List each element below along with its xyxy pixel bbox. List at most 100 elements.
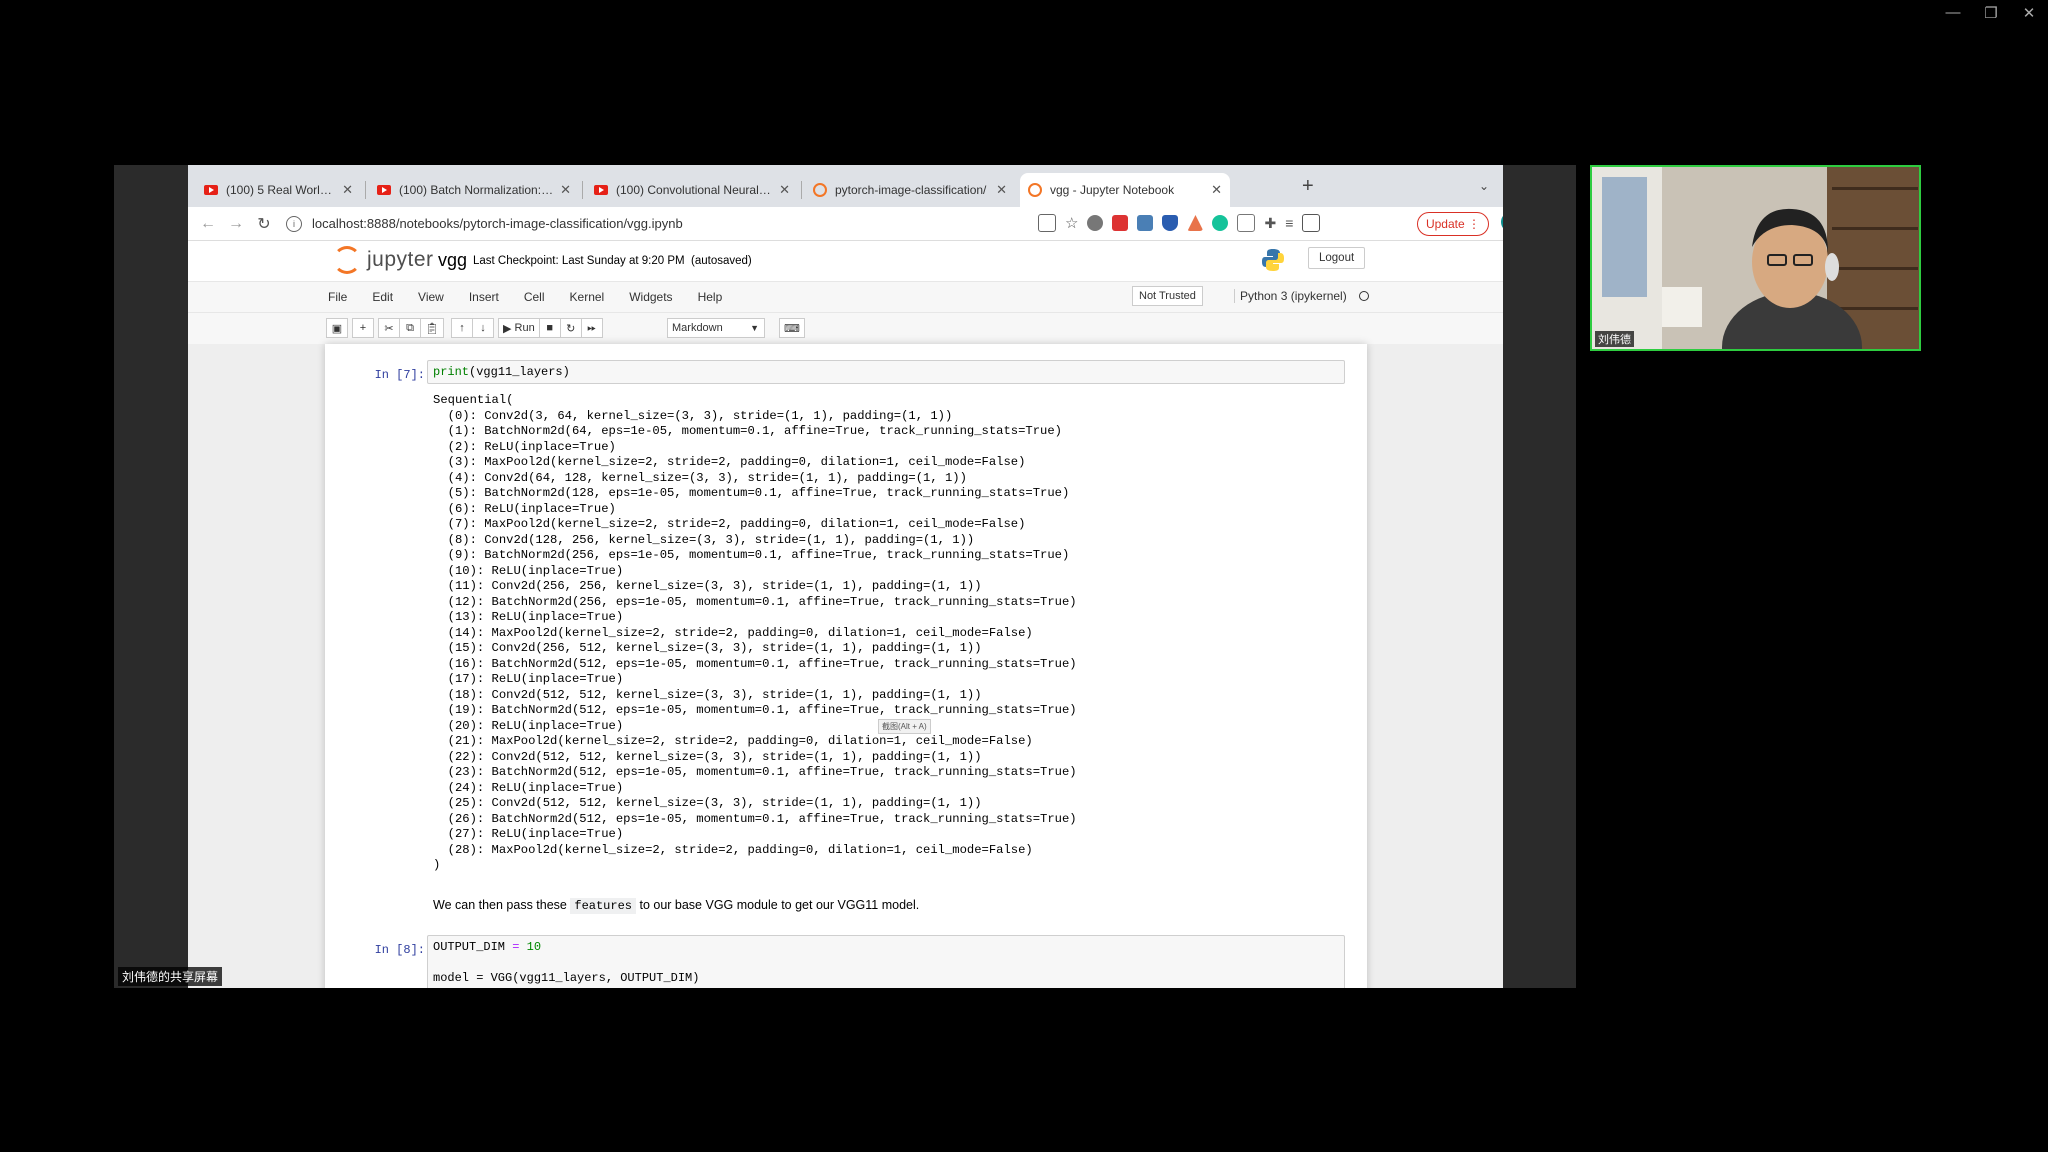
extension-icons: ☆ ✚ ≡ (1038, 214, 1321, 232)
update-button[interactable]: Update ⋮ (1416, 212, 1489, 236)
cell-type-value: Markdown (672, 322, 723, 334)
browser-tab[interactable]: (100) Convolutional Neural Ne ✕ (586, 173, 798, 207)
move-down-icon[interactable]: ↓ (472, 318, 494, 338)
close-icon[interactable]: ✕ (1211, 182, 1222, 198)
notebook-menubar: File Edit View Insert Cell Kernel Widget… (188, 281, 1503, 313)
kernel-indicator: Python 3 (ipykernel) (1234, 289, 1369, 303)
fast-forward-icon[interactable]: ⏩︎ (580, 318, 603, 338)
menu-help[interactable]: Help (698, 290, 723, 304)
participant-video[interactable]: 刘伟德 (1590, 165, 1921, 351)
browser-tab[interactable]: pytorch-image-classification/ ✕ (805, 173, 1015, 207)
close-icon[interactable]: ✕ (996, 182, 1007, 198)
menu-file[interactable]: File (328, 290, 347, 304)
url-text: localhost:8888/notebooks/pytorch-image-c… (312, 216, 683, 231)
jupyter-header: jupyter vgg Last Checkpoint: Last Sunday… (188, 241, 1503, 281)
cell-prompt: In [8]: (374, 943, 425, 957)
url-field[interactable]: i localhost:8888/notebooks/pytorch-image… (286, 211, 1026, 237)
menu-cell[interactable]: Cell (524, 290, 545, 304)
toolbar-group: ⌨ (779, 318, 805, 338)
browser-window: (100) 5 Real World Applicatio ✕ (100) Ba… (188, 165, 1503, 988)
jupyter-wordmark: jupyter (367, 248, 434, 271)
markdown-text: We can then pass these (433, 898, 567, 912)
toolbar-group: ▣ (326, 318, 348, 338)
puzzle-icon[interactable]: ✚ (1264, 215, 1276, 232)
share-icon[interactable] (1038, 214, 1056, 232)
browser-tab[interactable]: (100) Batch Normalization: Ac ✕ (369, 173, 579, 207)
participant-name: 刘伟德 (1595, 331, 1634, 347)
browser-tab-active[interactable]: vgg - Jupyter Notebook ✕ (1020, 173, 1230, 207)
toolbar-group: + (352, 318, 374, 338)
side-panel-icon[interactable] (1302, 214, 1321, 232)
extension-icon[interactable] (1112, 215, 1129, 231)
browser-tab[interactable]: (100) 5 Real World Applicatio ✕ (196, 173, 361, 207)
save-icon[interactable]: ▣ (326, 318, 348, 338)
code-function: print (433, 365, 470, 379)
update-label: Update (1425, 217, 1465, 231)
stop-icon[interactable]: ■ (538, 318, 561, 338)
toolbar-group: ▶ Run ■ ↻ ⏩︎ (498, 318, 603, 338)
menu-widgets[interactable]: Widgets (629, 290, 672, 304)
restore-button[interactable]: ❐ (1982, 4, 2000, 22)
chevron-down-icon[interactable]: ⌄ (1479, 179, 1489, 193)
close-window-button[interactable]: ✕ (2020, 4, 2038, 22)
copy-icon[interactable]: ⧉ (399, 318, 421, 338)
code-line: model = VGG(vgg11_layers, OUTPUT_DIM) (433, 971, 700, 985)
forward-icon[interactable]: → (222, 215, 250, 233)
extension-icon[interactable] (1087, 215, 1104, 231)
tab-title: pytorch-image-classification/ (835, 183, 987, 197)
jupyter-logo[interactable]: jupyter (333, 246, 434, 274)
extension-icon[interactable] (1237, 214, 1256, 232)
restart-icon[interactable]: ↻ (559, 318, 582, 338)
notebook-name[interactable]: vgg (438, 250, 467, 271)
code-line: OUTPUT_DIM = 10 (433, 940, 1339, 956)
cell-output: Sequential( (0): Conv2d(3, 64, kernel_si… (433, 393, 1077, 872)
toolbar-group: ↑ ↓ (451, 318, 494, 338)
extension-icon[interactable] (1187, 215, 1204, 231)
minimize-button[interactable]: — (1944, 4, 1962, 22)
menu-kernel[interactable]: Kernel (570, 290, 605, 304)
code-cell-input[interactable]: print(vgg11_layers) (427, 360, 1345, 384)
reload-icon[interactable]: ↻ (250, 214, 278, 234)
menu-edit[interactable]: Edit (372, 290, 393, 304)
back-icon[interactable]: ← (194, 215, 222, 233)
close-icon[interactable]: ✕ (342, 182, 353, 198)
paste-icon[interactable]: 📋︎ (420, 318, 444, 338)
markdown-cell[interactable]: We can then pass these features to our b… (433, 898, 920, 914)
reading-list-icon[interactable]: ≡ (1285, 215, 1293, 231)
close-icon[interactable]: ✕ (779, 182, 790, 198)
jupyter-icon (333, 246, 361, 274)
youtube-icon (594, 185, 608, 195)
menu-insert[interactable]: Insert (469, 290, 499, 304)
address-bar: ← → ↻ i localhost:8888/notebooks/pytorch… (188, 207, 1503, 241)
close-icon[interactable]: ✕ (560, 182, 571, 198)
kernel-name: Python 3 (ipykernel) (1240, 289, 1347, 303)
extension-icon[interactable] (1137, 215, 1154, 231)
cut-icon[interactable]: ✂ (378, 318, 400, 338)
info-icon[interactable]: i (286, 215, 302, 232)
notebook-toolbar: ▣ + ✂ ⧉ 📋︎ ↑ ↓ ▶ Run ■ ↻ ⏩︎ Markdown ▼ ⌨ (188, 313, 1503, 346)
toolbar-group: ✂ ⧉ 📋︎ (378, 318, 444, 338)
logout-button[interactable]: Logout (1308, 247, 1366, 269)
markdown-text: to our base VGG module to get our VGG11 … (639, 898, 920, 912)
tab-title: (100) Convolutional Neural Ne (616, 183, 774, 197)
window-controls: — ❐ ✕ (1944, 4, 2038, 22)
keyboard-icon[interactable]: ⌨ (779, 318, 805, 338)
star-icon[interactable]: ☆ (1065, 214, 1078, 232)
profile-avatar[interactable]: W (1501, 212, 1503, 232)
checkpoint-status: Last Checkpoint: Last Sunday at 9:20 PM … (473, 255, 752, 267)
trust-button[interactable]: Not Trusted (1132, 286, 1203, 306)
move-up-icon[interactable]: ↑ (451, 318, 473, 338)
run-label: Run (514, 322, 535, 334)
insert-cell-icon[interactable]: + (352, 318, 374, 338)
run-button[interactable]: ▶ Run (498, 318, 540, 338)
new-tab-button[interactable]: + (1302, 175, 1314, 198)
inline-code: features (570, 898, 636, 914)
code-cell-input[interactable]: OUTPUT_DIM = 10 model = VGG(vgg11_layers… (427, 935, 1345, 988)
cell-type-select[interactable]: Markdown ▼ (667, 318, 765, 338)
grammarly-icon[interactable] (1212, 215, 1229, 231)
menu-view[interactable]: View (418, 290, 444, 304)
shield-icon[interactable] (1162, 215, 1179, 231)
share-caption: 刘伟德的共享屏幕 (118, 967, 223, 986)
code-args: (vgg11_layers) (469, 365, 570, 379)
